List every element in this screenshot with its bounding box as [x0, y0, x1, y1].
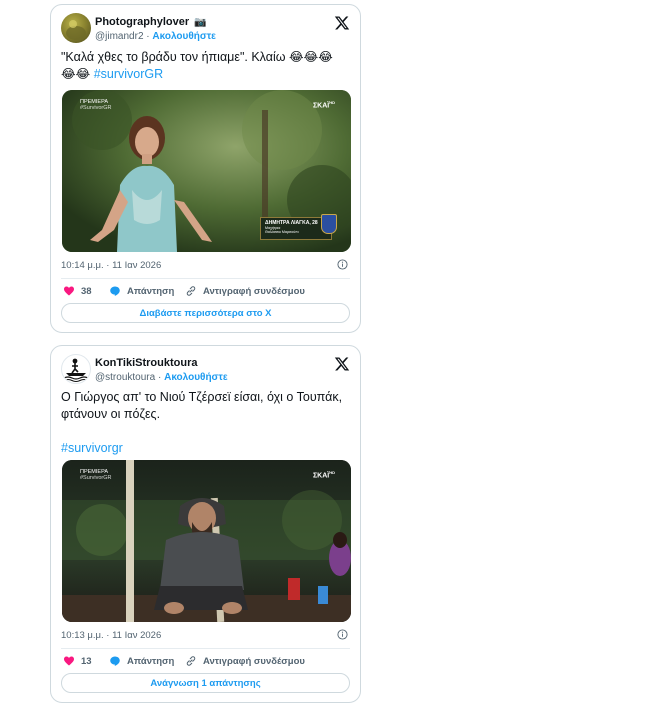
- hashtag-link[interactable]: #survivorGR: [94, 67, 163, 81]
- separator-dot: ·: [157, 372, 162, 383]
- copy-link-button[interactable]: Αντιγραφή συνδέσμου: [185, 655, 305, 667]
- timestamp-link[interactable]: 10:13 μ.μ. · 11 Ιαν 2026: [61, 630, 161, 641]
- tweet-actions: 38 Απάντηση Αντιγραφή συνδέσμου: [63, 285, 350, 299]
- reply-label: Απάντηση: [127, 285, 175, 297]
- x-logo-icon[interactable]: [334, 356, 350, 372]
- info-icon[interactable]: [337, 629, 348, 640]
- x-logo-icon[interactable]: [334, 15, 350, 31]
- tweet-text-body: Ο Γιώργος απ' το Νιού Τζέρσεϊ είσαι, όχι…: [61, 390, 343, 421]
- like-count: 13: [81, 655, 92, 667]
- author-handle[interactable]: @strouktoura: [95, 372, 155, 383]
- follow-button[interactable]: Ακολουθήστε: [152, 31, 216, 42]
- tweet-actions: 13 Απάντηση Αντιγραφή συνδέσμου: [63, 655, 350, 669]
- team-emblem-icon: [321, 214, 337, 234]
- follow-button[interactable]: Ακολουθήστε: [164, 372, 228, 383]
- reply-bubble-icon: [110, 656, 120, 666]
- reply-label: Απάντηση: [127, 655, 175, 667]
- separator-dot: ·: [146, 31, 150, 42]
- media-sublabel: #SurvivorGR: [80, 105, 112, 111]
- tweet-text-body: "Καλά χθες το βράδυ τον ήπιαμε". Κλαίω 😂…: [61, 50, 333, 64]
- copy-link-label: Αντιγραφή συνδέσμου: [203, 655, 305, 667]
- raft-logo-icon: [63, 358, 89, 382]
- like-count: 38: [81, 285, 92, 297]
- avatar[interactable]: [61, 13, 91, 43]
- link-icon: [186, 286, 196, 296]
- copy-link-button[interactable]: Αντιγραφή συνδέσμου: [185, 285, 305, 297]
- tweet-header: KonTikiStrouktoura @strouktoura · Ακολου…: [61, 354, 350, 386]
- reply-button[interactable]: Απάντηση: [109, 285, 174, 297]
- heart-icon: [64, 656, 74, 666]
- heart-icon: [64, 286, 74, 296]
- avatar-photo: [66, 20, 86, 40]
- tweet-media-image[interactable]: ΠΡΕΜΙΕΡΑ #SurvivorGR ΣΚΑΪHD ΔΗΜΗΤΡΑ ΛΙΑΓ…: [62, 90, 351, 252]
- tweet-text-emoji: 😂😂: [61, 67, 91, 81]
- media-scene: [62, 460, 351, 622]
- author-handle[interactable]: @jimandr2: [95, 31, 144, 42]
- read-more-button[interactable]: Διαβάστε περισσότερα στο Χ: [61, 303, 350, 323]
- tweet-media-image[interactable]: ΠΡΕΜΙΕΡΑ #SurvivorGR ΣΚΑΪHD: [62, 460, 351, 622]
- link-icon: [186, 656, 196, 666]
- author-name[interactable]: KonTikiStrouktoura: [95, 357, 197, 369]
- like-button[interactable]: 13: [63, 655, 92, 667]
- camera-badge-icon: 📷: [194, 17, 207, 28]
- like-button[interactable]: 38: [63, 285, 92, 297]
- timestamp-link[interactable]: 10:14 μ.μ. · 11 Ιαν 2026: [61, 260, 161, 271]
- tweet-header: Photographylover 📷 @jimandr2 · Ακολουθήσ…: [61, 13, 350, 45]
- divider: [61, 278, 350, 279]
- info-icon[interactable]: [337, 259, 348, 270]
- channel-hd: HD: [329, 100, 335, 105]
- tweet-text: Ο Γιώργος απ' το Νιού Τζέρσεϊ είσαι, όχι…: [61, 389, 348, 457]
- channel-logo: ΣΚΑΪ: [312, 472, 330, 480]
- avatar[interactable]: [61, 354, 91, 384]
- tweet-card: KonTikiStrouktoura @strouktoura · Ακολου…: [50, 345, 361, 703]
- channel-logo: ΣΚΑΪ: [312, 102, 330, 110]
- reply-button[interactable]: Απάντηση: [109, 655, 174, 667]
- read-replies-button[interactable]: Ανάγνωση 1 απάντησης: [61, 673, 350, 693]
- hashtag-link[interactable]: #survivorgr: [61, 440, 348, 457]
- channel-hd: HD: [329, 470, 335, 475]
- media-sublabel: #SurvivorGR: [80, 475, 112, 481]
- author-name[interactable]: Photographylover: [95, 16, 189, 28]
- divider: [61, 648, 350, 649]
- reply-bubble-icon: [110, 286, 120, 296]
- tweet-card: Photographylover 📷 @jimandr2 · Ακολουθήσ…: [50, 4, 361, 333]
- lower-third-team: Θαλάσσιο Μαρσούπι: [265, 230, 299, 234]
- tweet-text: "Καλά χθες το βράδυ τον ήπιαμε". Κλαίω 😂…: [61, 49, 348, 83]
- copy-link-label: Αντιγραφή συνδέσμου: [203, 285, 305, 297]
